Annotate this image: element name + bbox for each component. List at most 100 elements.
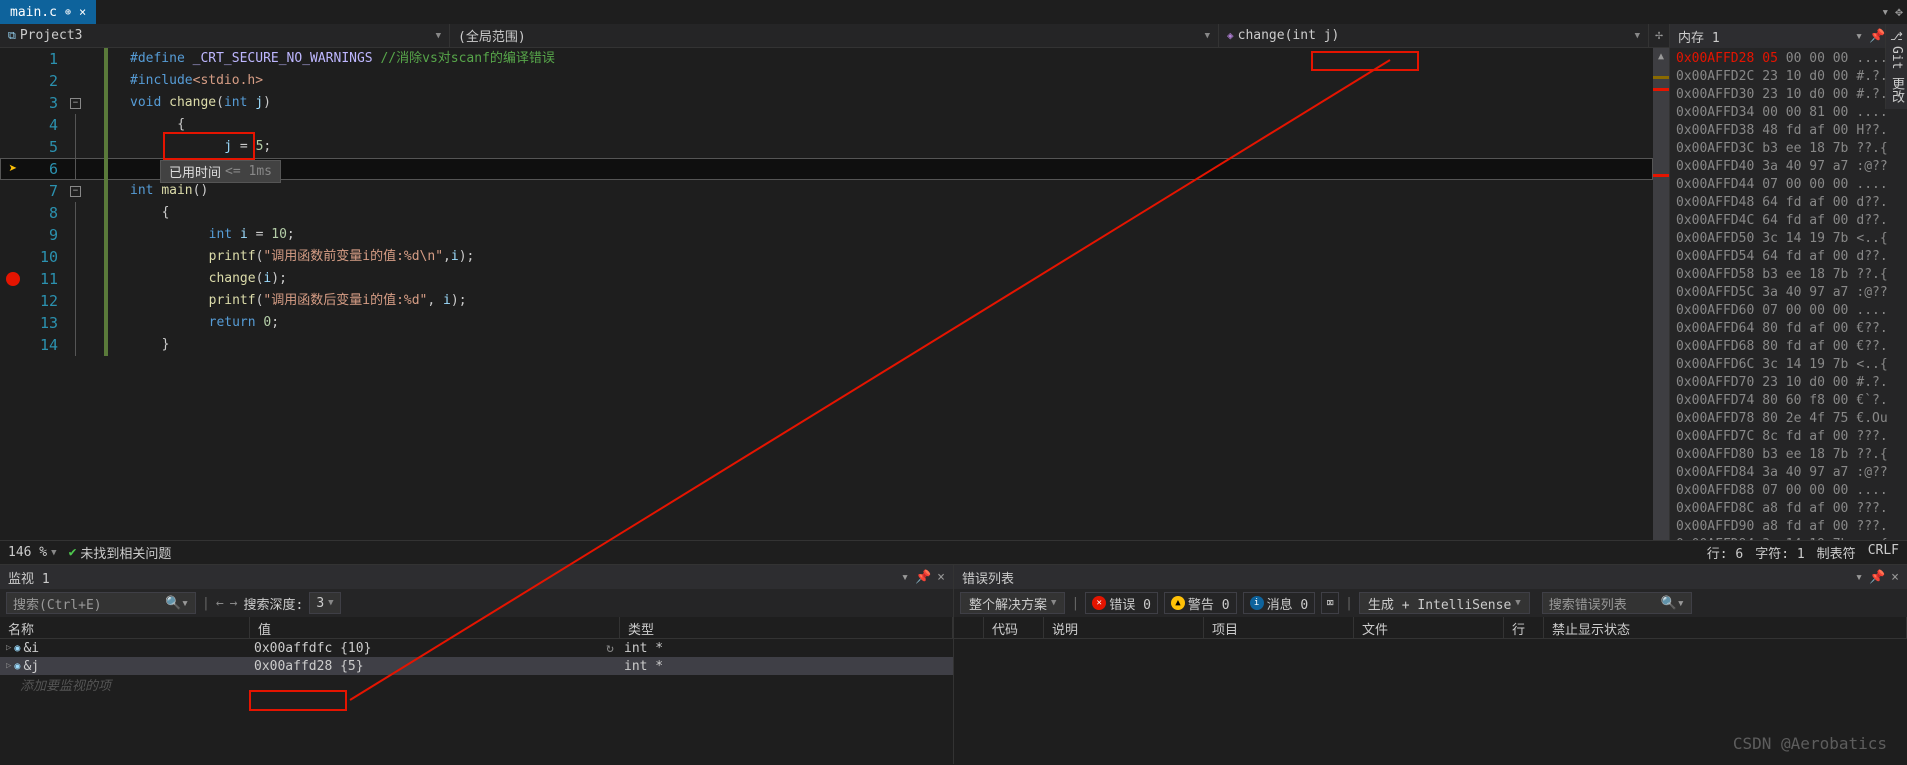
filter-clear-button[interactable]: ⌧ [1321, 592, 1339, 614]
split-editor-icon[interactable]: ✢ [1649, 28, 1669, 43]
memory-row[interactable]: 0x00AFFD6007 00 00 00.... [1676, 302, 1901, 320]
col-line[interactable]: 行 [1504, 617, 1544, 638]
memory-row[interactable]: 0x00AFFD3Cb3 ee 18 7b??.{ [1676, 140, 1901, 158]
pin-icon[interactable]: ⊕ [65, 7, 71, 18]
editor-scrollbar[interactable]: ▲ [1653, 48, 1669, 540]
status-bar: 146 % ▼ ✔ 未找到相关问题 行: 6 字符: 1 制表符 CRLF [0, 540, 1907, 564]
main-area: ⧉ Project3 ▼ (全局范围) ▼ ◈ change(int j) ▼ … [0, 24, 1907, 540]
error-scope-select[interactable]: 整个解决方案▼ [960, 592, 1065, 614]
col-icon[interactable] [954, 617, 984, 638]
memory-row[interactable]: 0x00AFFD58b3 ee 18 7b??.{ [1676, 266, 1901, 284]
scroll-marker [1653, 174, 1669, 177]
col-code[interactable]: 代码 [984, 617, 1044, 638]
errors-search-input[interactable]: 搜索错误列表 🔍▾ [1542, 592, 1692, 614]
pin-icon[interactable]: 📌 [1869, 570, 1885, 585]
watch-row[interactable]: ▷◉&j0x00affd28 {5}int * [0, 657, 953, 675]
add-watch-hint[interactable]: 添加要监视的项 [0, 675, 953, 693]
memory-row[interactable]: 0x00AFFD6C3c 14 19 7b<..{ [1676, 356, 1901, 374]
memory-row[interactable]: 0x00AFFD4C64 fd af 00d??. [1676, 212, 1901, 230]
memory-row[interactable]: 0x00AFFD8807 00 00 00.... [1676, 482, 1901, 500]
memory-row[interactable]: 0x00AFFD80b3 ee 18 7b??.{ [1676, 446, 1901, 464]
memory-row[interactable]: 0x00AFFD5C3a 40 97 a7:@?? [1676, 284, 1901, 302]
warning-icon: ▲ [1171, 596, 1185, 610]
code-text[interactable]: #define _CRT_SECURE_NO_WARNINGS //消除vs对s… [106, 48, 1653, 540]
file-tab-label: main.c [10, 5, 57, 20]
memory-row[interactable]: 0x00AFFD90a8 fd af 00???. [1676, 518, 1901, 536]
memory-row[interactable]: 0x00AFFD2805 00 00 00.... [1676, 50, 1901, 68]
memory-row[interactable]: 0x00AFFD943c 14 19 7b<..{ [1676, 536, 1901, 540]
messages-filter-button[interactable]: i消息 0 [1243, 592, 1316, 614]
watch-row[interactable]: ▷◉&i0x00affdfc {10}↻int * [0, 639, 953, 657]
memory-row[interactable]: 0x00AFFD4864 fd af 00d??. [1676, 194, 1901, 212]
errors-panel-title: 错误列表 ▾📌× [954, 565, 1907, 589]
depth-select[interactable]: 3▼ [309, 592, 340, 614]
chevron-down-icon[interactable]: ▼ [51, 548, 56, 558]
refresh-icon[interactable]: ↻ [606, 641, 614, 656]
col-name[interactable]: 名称 [0, 617, 250, 638]
fold-icon[interactable]: − [70, 98, 81, 109]
memory-row[interactable]: 0x00AFFD6880 fd af 00€??. [1676, 338, 1901, 356]
memory-row[interactable]: 0x00AFFD7480 60 f8 00€`?. [1676, 392, 1901, 410]
breadcrumb-function[interactable]: ◈ change(int j) ▼ [1219, 24, 1649, 47]
col-file[interactable]: 文件 [1354, 617, 1504, 638]
memory-row[interactable]: 0x00AFFD3400 00 81 00.... [1676, 104, 1901, 122]
build-source-select[interactable]: 生成 + IntelliSense▼ [1359, 592, 1530, 614]
panel-dropdown-icon[interactable]: ▾ [1855, 29, 1863, 44]
breadcrumb-project[interactable]: ⧉ Project3 ▼ [0, 24, 450, 47]
scroll-up-icon[interactable]: ▲ [1653, 48, 1669, 64]
function-icon: ◈ [1227, 29, 1234, 42]
status-col[interactable]: 字符: 1 [1755, 543, 1804, 562]
col-value[interactable]: 值 [250, 617, 620, 638]
memory-row[interactable]: 0x00AFFD843a 40 97 a7:@?? [1676, 464, 1901, 482]
status-line[interactable]: 行: 6 [1707, 543, 1743, 562]
nav-fwd-icon[interactable]: → [230, 596, 238, 611]
code-area[interactable]: 123−45➤67−891011121314 #define _CRT_SECU… [0, 48, 1669, 540]
memory-row[interactable]: 0x00AFFD7C8c fd af 00???. [1676, 428, 1901, 446]
nav-back-icon[interactable]: ← [216, 596, 224, 611]
pin-icon[interactable]: 📌 [1869, 29, 1885, 44]
memory-row[interactable]: 0x00AFFD5464 fd af 00d??. [1676, 248, 1901, 266]
tab-settings-icon[interactable]: ✥ [1895, 5, 1903, 20]
expand-icon[interactable]: ▷ [6, 643, 11, 653]
col-state[interactable]: 禁止显示状态 [1544, 617, 1907, 638]
memory-row[interactable]: 0x00AFFD8Ca8 fd af 00???. [1676, 500, 1901, 518]
breadcrumb-scope[interactable]: (全局范围) ▼ [450, 24, 1219, 47]
expand-icon[interactable]: ▷ [6, 661, 11, 671]
memory-row[interactable]: 0x00AFFD403a 40 97 a7:@?? [1676, 158, 1901, 176]
memory-row[interactable]: 0x00AFFD503c 14 19 7b<..{ [1676, 230, 1901, 248]
col-desc[interactable]: 说明 [1044, 617, 1204, 638]
memory-title-label: 内存 1 [1678, 27, 1720, 46]
memory-row[interactable]: 0x00AFFD4407 00 00 00.... [1676, 176, 1901, 194]
zoom-level[interactable]: 146 % [8, 545, 47, 560]
watch-search-input[interactable]: 搜索(Ctrl+E) 🔍▾ [6, 592, 196, 614]
tab-dropdown-icon[interactable]: ▾ [1881, 5, 1889, 20]
pin-icon[interactable]: 📌 [915, 570, 931, 585]
memory-row[interactable]: 0x00AFFD6480 fd af 00€??. [1676, 320, 1901, 338]
status-issues[interactable]: 未找到相关问题 [80, 543, 171, 562]
memory-row[interactable]: 0x00AFFD7880 2e 4f 75€.Ou [1676, 410, 1901, 428]
memory-body[interactable]: 0x00AFFD2805 00 00 00....0x00AFFD2C23 10… [1670, 48, 1907, 540]
watch-panel: 监视 1 ▾📌× 搜索(Ctrl+E) 🔍▾ | ← → 搜索深度: 3▼ 名称… [0, 565, 954, 764]
close-icon[interactable]: × [79, 5, 86, 19]
memory-row[interactable]: 0x00AFFD7023 10 d0 00#.?. [1676, 374, 1901, 392]
memory-row[interactable]: 0x00AFFD3848 fd af 00H??. [1676, 122, 1901, 140]
status-eol[interactable]: CRLF [1868, 543, 1899, 562]
panel-dropdown-icon[interactable]: ▾ [1855, 570, 1863, 585]
check-icon: ✔ [69, 545, 77, 560]
errors-count: 错误 0 [1109, 594, 1151, 613]
file-tab-main-c[interactable]: main.c ⊕ × [0, 0, 96, 24]
col-project[interactable]: 项目 [1204, 617, 1354, 638]
memory-row[interactable]: 0x00AFFD2C23 10 d0 00#.?. [1676, 68, 1901, 86]
memory-row[interactable]: 0x00AFFD3023 10 d0 00#.?. [1676, 86, 1901, 104]
chevron-down-icon: ▼ [1635, 31, 1640, 41]
fold-icon[interactable]: − [70, 186, 81, 197]
close-icon[interactable]: × [1891, 570, 1899, 585]
breakpoint-icon[interactable] [6, 272, 20, 286]
status-tabs[interactable]: 制表符 [1817, 543, 1856, 562]
close-icon[interactable]: × [937, 570, 945, 585]
warnings-filter-button[interactable]: ▲警告 0 [1164, 592, 1237, 614]
panel-dropdown-icon[interactable]: ▾ [901, 570, 909, 585]
col-type[interactable]: 类型 [620, 617, 953, 638]
errors-filter-button[interactable]: ✕错误 0 [1085, 592, 1158, 614]
git-changes-tab[interactable]: ⎇ Git 更改 [1885, 24, 1907, 109]
